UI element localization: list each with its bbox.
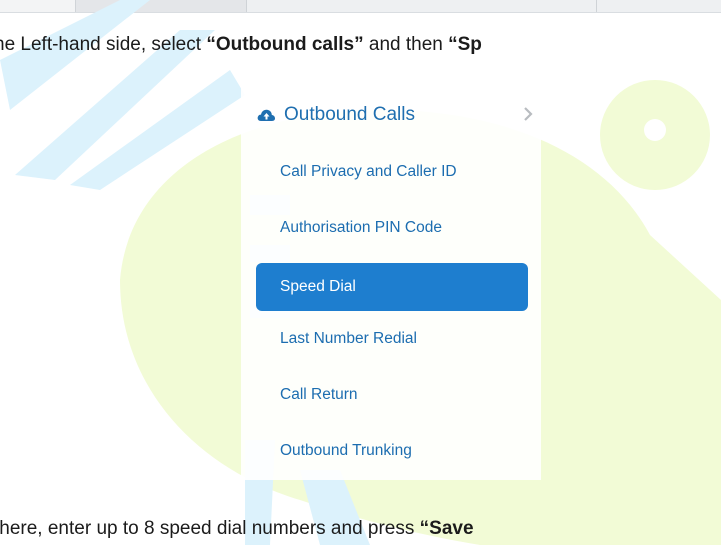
menu-item-label: Last Number Redial xyxy=(280,330,417,347)
outbound-calls-menu: Outbound Calls Call Privacy and Caller I… xyxy=(241,88,541,480)
menu-item-call-privacy[interactable]: Call Privacy and Caller ID xyxy=(256,148,528,196)
menu-item-label: Call Return xyxy=(280,386,358,403)
cloud-upload-icon xyxy=(257,109,276,121)
menu-item-outbound-trunking[interactable]: Outbound Trunking xyxy=(256,427,528,475)
instruction-bold-save: “Save xyxy=(419,518,474,539)
instruction-text: he Left-hand side, select xyxy=(0,34,207,55)
chevron-right-icon xyxy=(524,107,533,121)
menu-item-label: Outbound Trunking xyxy=(280,442,412,459)
instruction-bold-speed-dial: “Sp xyxy=(448,34,482,55)
menu-item-authorisation-pin[interactable]: Authorisation PIN Code xyxy=(256,204,528,252)
menu-item-label: Speed Dial xyxy=(280,278,356,295)
instruction-bold-outbound-calls: “Outbound calls” xyxy=(206,34,364,55)
menu-item-label: Call Privacy and Caller ID xyxy=(280,163,457,180)
instruction-line-2: there, enter up to 8 speed dial numbers … xyxy=(0,518,474,540)
instruction-text: and then xyxy=(363,34,449,55)
watermark-kiwi-eye xyxy=(644,119,666,141)
menu-item-label: Authorisation PIN Code xyxy=(280,219,442,236)
instruction-text: there, enter up to 8 speed dial numbers … xyxy=(0,518,420,539)
menu-item-last-number-redial[interactable]: Last Number Redial xyxy=(256,315,528,363)
menu-header-outbound-calls[interactable]: Outbound Calls xyxy=(256,102,538,128)
menu-header-label: Outbound Calls xyxy=(284,104,415,125)
instruction-line-1: he Left-hand side, select “Outbound call… xyxy=(0,34,482,56)
menu-item-speed-dial[interactable]: Speed Dial xyxy=(256,263,528,311)
menu-item-call-return[interactable]: Call Return xyxy=(256,371,528,419)
